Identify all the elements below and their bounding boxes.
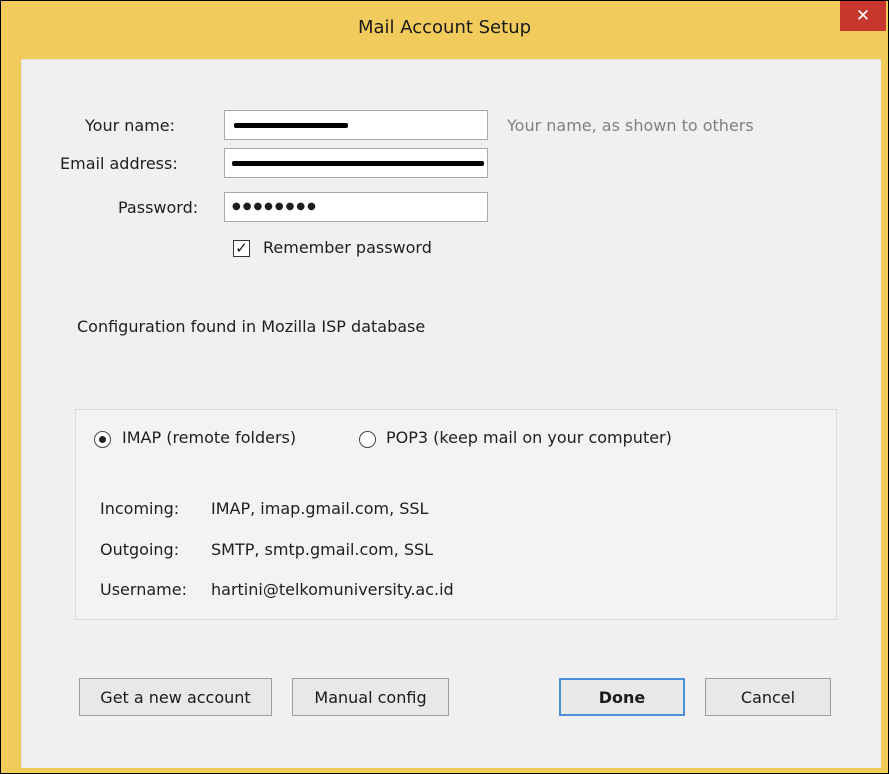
mail-account-setup-window: Mail Account Setup ✕ Your name: Your nam… xyxy=(0,0,889,774)
pop3-label[interactable]: POP3 (keep mail on your computer) xyxy=(386,428,672,447)
config-status-message: Configuration found in Mozilla ISP datab… xyxy=(77,317,426,336)
incoming-value: IMAP, imap.gmail.com, SSL xyxy=(211,499,429,518)
password-label: Password: xyxy=(118,198,199,217)
imap-label[interactable]: IMAP (remote folders) xyxy=(122,428,296,447)
email-label: Email address: xyxy=(60,154,178,173)
done-button[interactable]: Done xyxy=(559,678,685,716)
imap-radio[interactable] xyxy=(94,431,111,448)
cancel-button[interactable]: Cancel xyxy=(705,678,831,716)
username-label: Username: xyxy=(100,580,187,599)
remember-password-label[interactable]: Remember password xyxy=(263,238,432,257)
password-field[interactable]: ●●●●●●●● xyxy=(224,192,488,222)
close-icon: ✕ xyxy=(855,6,871,26)
window-title: Mail Account Setup xyxy=(357,17,532,38)
dialog-content: Your name: Your name, as shown to others… xyxy=(21,59,881,768)
title-bar[interactable]: Mail Account Setup ✕ xyxy=(1,1,888,59)
remember-password-checkbox[interactable]: ✓ xyxy=(233,240,250,257)
redaction-mark xyxy=(234,123,348,128)
redaction-mark xyxy=(232,161,484,166)
server-settings-panel: IMAP (remote folders) POP3 (keep mail on… xyxy=(75,409,837,620)
name-hint: Your name, as shown to others xyxy=(507,116,754,135)
outgoing-value: SMTP, smtp.gmail.com, SSL xyxy=(211,540,434,559)
outgoing-label: Outgoing: xyxy=(100,540,180,559)
close-button[interactable]: ✕ xyxy=(840,1,886,31)
name-label: Your name: xyxy=(85,116,176,135)
radio-selected-dot xyxy=(99,436,106,443)
name-field[interactable] xyxy=(224,110,488,140)
username-value: hartini@telkomuniversity.ac.id xyxy=(211,580,454,599)
incoming-label: Incoming: xyxy=(100,499,180,518)
pop3-radio[interactable] xyxy=(359,431,376,448)
email-field[interactable] xyxy=(224,148,488,178)
checkmark-icon: ✓ xyxy=(235,239,248,257)
manual-config-button[interactable]: Manual config xyxy=(292,678,449,716)
get-new-account-button[interactable]: Get a new account xyxy=(79,678,272,716)
